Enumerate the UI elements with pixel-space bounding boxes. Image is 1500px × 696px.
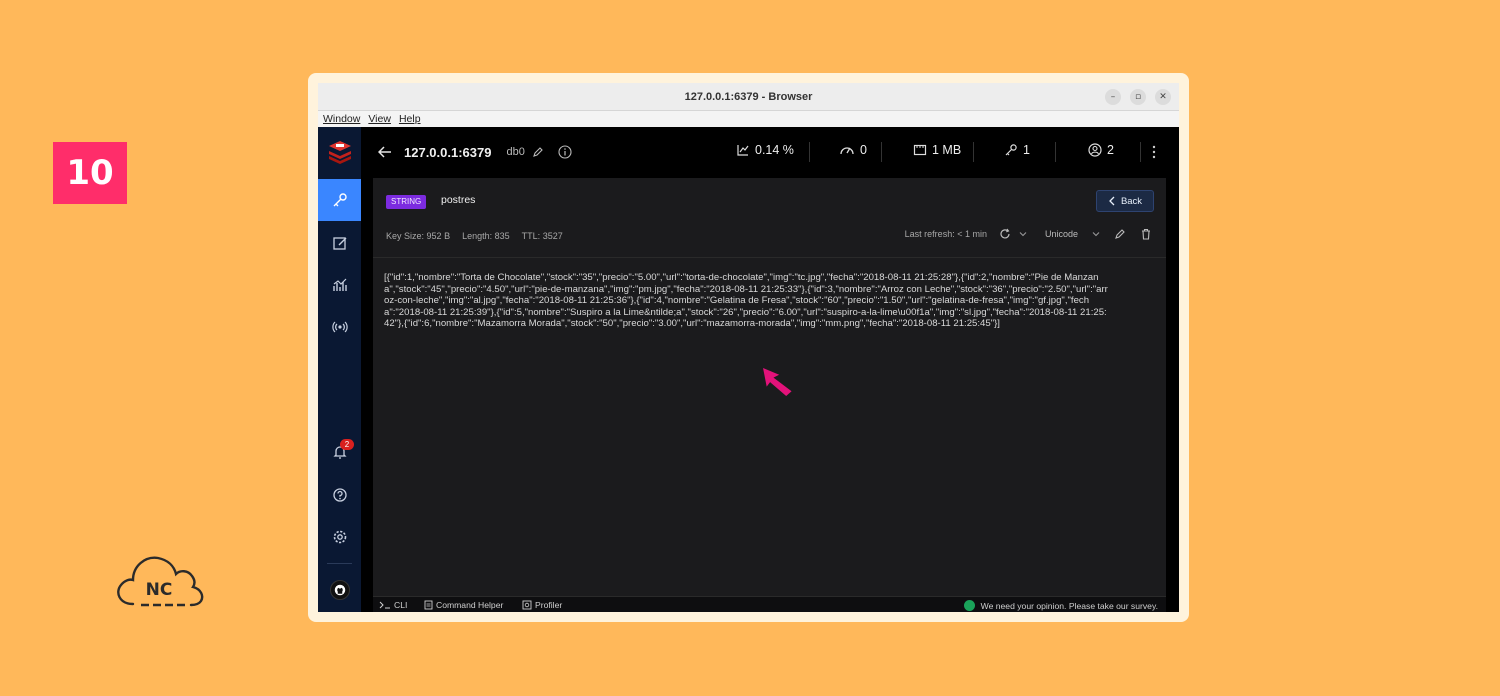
sidebar-item-pubsub[interactable] (318, 306, 361, 348)
profiler-button[interactable]: Profiler (522, 600, 562, 610)
sidebar-item-workbench[interactable] (318, 222, 361, 264)
keys-value: 1 (1023, 143, 1030, 157)
key-toolbar: Last refresh: < 1 min Unicode (905, 228, 1152, 240)
key-name[interactable]: postres (441, 194, 475, 206)
terminal-icon (379, 601, 390, 609)
key-details-header: STRING postres Back Key Size: 952 B Leng… (373, 178, 1166, 258)
sidebar-item-settings[interactable] (318, 516, 361, 558)
nc-logo-text: NC (146, 580, 173, 600)
user-circle-icon (1088, 143, 1102, 157)
back-button[interactable]: Back (1096, 190, 1154, 212)
ttl-label: TTL: (521, 231, 541, 241)
info-icon[interactable] (558, 145, 572, 159)
command-helper-label: Command Helper (436, 600, 504, 610)
key-value-text[interactable]: [{"id":1,"nombre":"Torta de Chocolate","… (384, 272, 1109, 330)
key-size-value: 952 B (426, 231, 451, 241)
gear-icon (333, 530, 346, 544)
sidebar: 2 (318, 127, 361, 612)
memory-value: 1 MB (932, 143, 962, 157)
survey-link[interactable]: We need your opinion. Please take our su… (963, 600, 1158, 611)
memory-icon (913, 144, 927, 156)
key-type-badge: STRING (386, 195, 427, 209)
sidebar-item-analysis[interactable] (318, 264, 361, 306)
notifications-count-badge: 2 (340, 439, 354, 450)
document-icon (424, 600, 433, 610)
refresh-icon[interactable] (999, 228, 1011, 240)
sidebar-item-help[interactable] (318, 474, 361, 516)
sidebar-divider (327, 563, 352, 564)
profiler-icon (522, 600, 532, 610)
broadcast-icon (331, 321, 348, 333)
ops-value: 0 (860, 143, 867, 157)
chevron-down-icon[interactable] (1019, 230, 1027, 238)
key-size-label: Key Size: (386, 231, 425, 241)
restore-icon[interactable]: ▫ (1130, 89, 1146, 105)
menu-view[interactable]: View (368, 111, 391, 127)
nc-cloud-logo: NC (117, 556, 204, 607)
sidebar-item-notifications[interactable]: 2 (318, 431, 361, 473)
sidebar-item-browser[interactable] (318, 179, 361, 221)
key-icon (333, 193, 347, 207)
keys-stat: 1 (1004, 143, 1030, 157)
analytics-icon (332, 278, 347, 291)
format-select[interactable]: Unicode (1045, 229, 1078, 239)
cpu-stat: 0.14 % (736, 143, 794, 157)
survey-icon (963, 600, 975, 611)
chevron-left-icon (1109, 196, 1115, 206)
database-index: db0 (506, 146, 525, 158)
cpu-icon (737, 145, 749, 156)
minimize-icon[interactable]: – (1105, 89, 1121, 105)
last-refresh-text: Last refresh: < 1 min (904, 229, 987, 239)
command-helper-button[interactable]: Command Helper (424, 600, 503, 610)
clients-value: 2 (1107, 143, 1114, 157)
redis-insight-app: 2 127.0.0.1:6379 db0 0.14 % 0 1 MB 1 2 S… (318, 127, 1179, 612)
key-meta: Key Size: 952 B Length: 835 TTL: 3527 (386, 231, 563, 241)
back-arrow-icon[interactable] (378, 145, 392, 159)
memory-stat: 1 MB (913, 143, 961, 157)
menu-help[interactable]: Help (399, 111, 421, 127)
edit-icon[interactable] (1114, 228, 1126, 240)
cli-button[interactable]: CLI (379, 600, 407, 610)
bottom-bar: CLI Command Helper Profiler We need your… (373, 596, 1166, 612)
back-button-label: Back (1120, 195, 1143, 207)
edit-square-icon (332, 237, 346, 250)
menu-bar: Window View Help (318, 111, 1179, 127)
clients-stat: 2 (1088, 143, 1114, 157)
github-icon[interactable] (330, 580, 350, 600)
connection-host: 127.0.0.1:6379 (404, 144, 492, 160)
ops-stat: 0 (839, 143, 867, 157)
cli-label: CLI (394, 600, 408, 610)
top-bar: 127.0.0.1:6379 db0 0.14 % 0 1 MB 1 2 (361, 127, 1179, 177)
more-vertical-icon[interactable] (1152, 145, 1156, 159)
length-value: 835 (494, 231, 510, 241)
ttl-value[interactable]: 3527 (543, 231, 563, 241)
app-window: 127.0.0.1:6379 - Browser – ▫ ✕ Window Vi… (318, 83, 1179, 612)
cpu-value: 0.14 % (755, 143, 794, 157)
pointer-arrow-icon (763, 367, 792, 397)
title-bar: 127.0.0.1:6379 - Browser – ▫ ✕ (318, 83, 1179, 111)
window-title: 127.0.0.1:6379 - Browser (684, 91, 813, 103)
length-label: Length: (462, 231, 493, 241)
redis-logo-icon[interactable] (327, 140, 353, 164)
trash-icon[interactable] (1140, 228, 1152, 240)
survey-text: We need your opinion. Please take our su… (980, 600, 1158, 611)
speedometer-icon (840, 147, 854, 155)
pencil-icon[interactable] (532, 146, 544, 158)
key-count-icon (1005, 144, 1017, 156)
step-number-badge: 10 (53, 142, 127, 204)
close-icon[interactable]: ✕ (1155, 89, 1171, 105)
menu-window[interactable]: Window (323, 111, 360, 127)
format-chevron-down-icon[interactable] (1092, 230, 1100, 238)
profiler-label: Profiler (535, 600, 563, 610)
help-circle-icon (332, 488, 347, 502)
